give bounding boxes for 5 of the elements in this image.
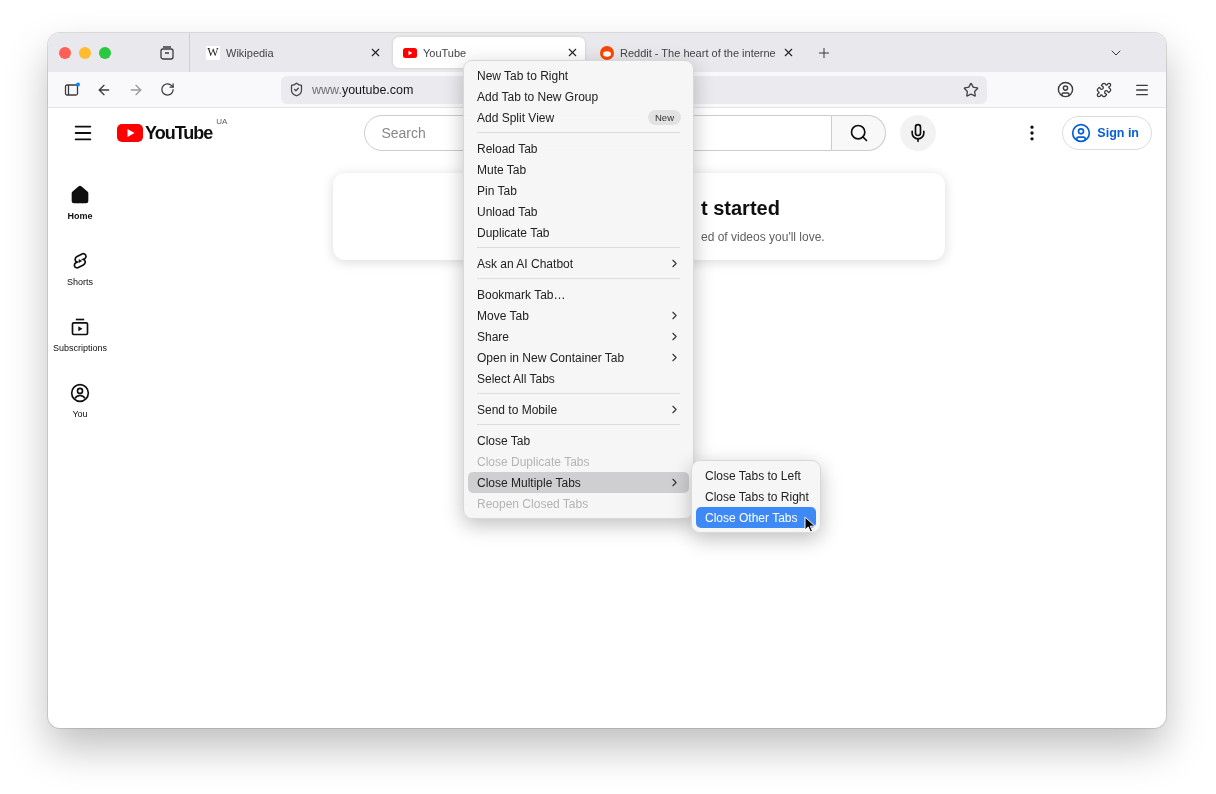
card-heading: t started: [701, 197, 781, 220]
new-badge: New: [648, 110, 681, 125]
wikipedia-favicon: W: [206, 45, 220, 60]
region-label: UA: [216, 116, 228, 126]
card-text: ed of videos you'll love.: [701, 230, 826, 244]
